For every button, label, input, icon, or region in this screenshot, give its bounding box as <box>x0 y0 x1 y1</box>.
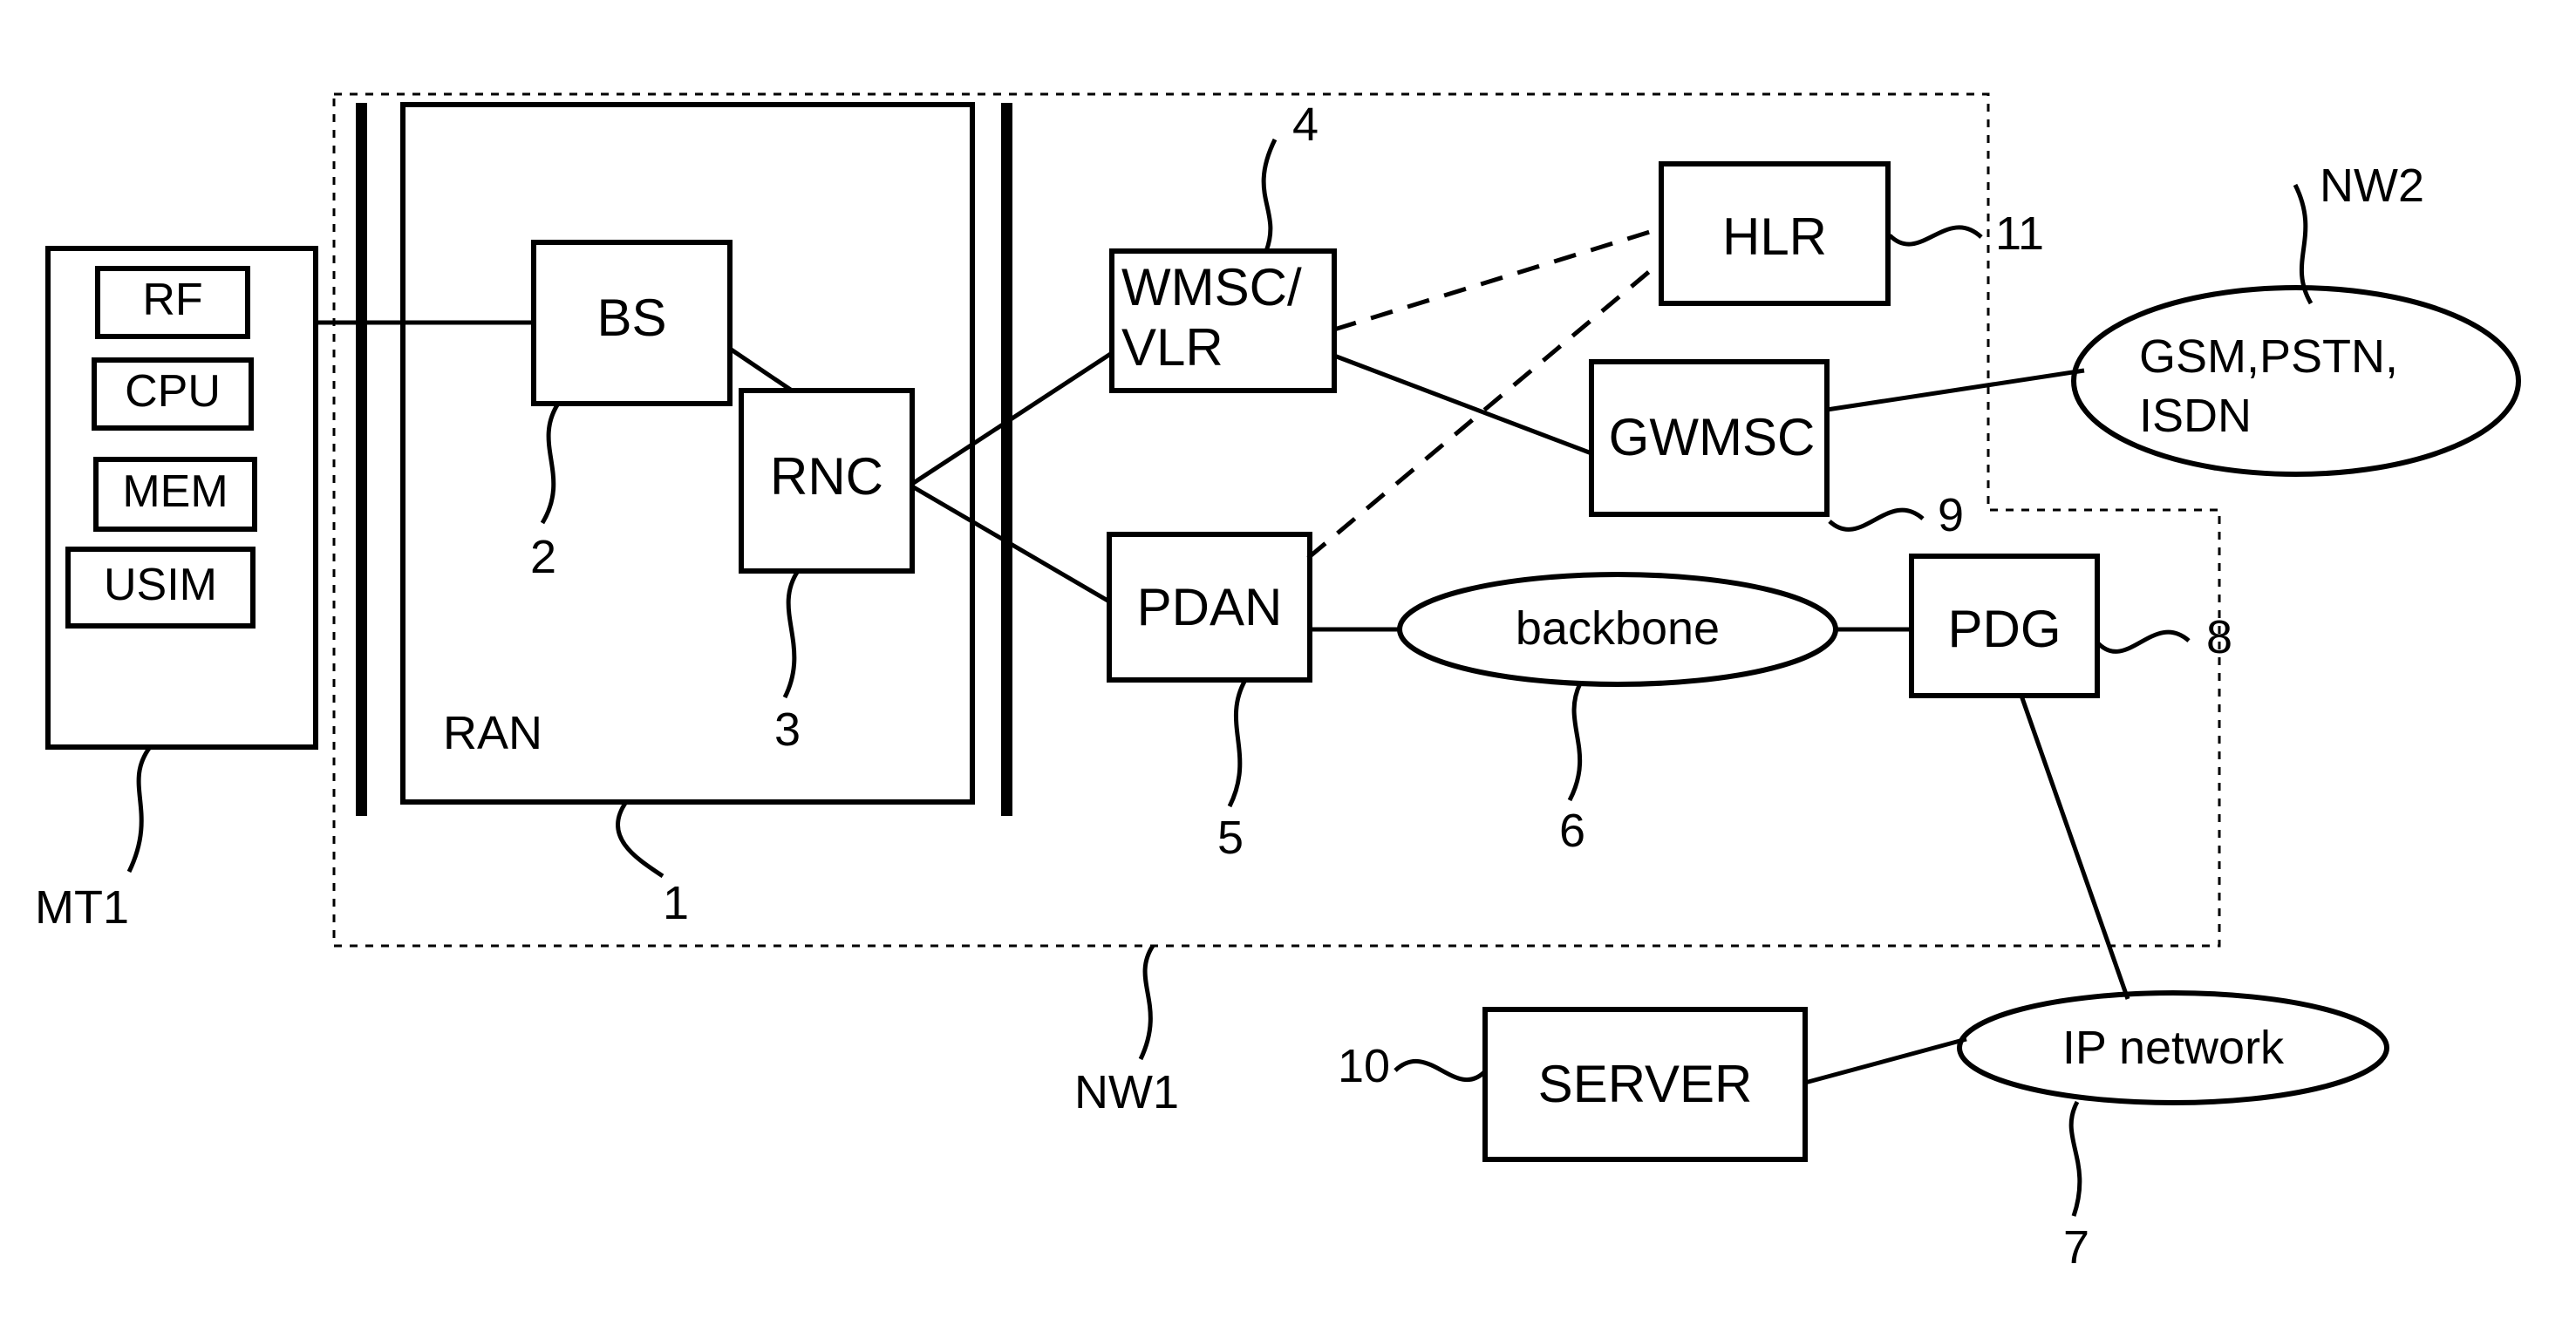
leader-gwmsc-9 <box>1828 507 1925 532</box>
leader-mt1 <box>126 745 153 873</box>
pdan-box <box>1107 532 1312 683</box>
leader-pdan-5 <box>1227 678 1248 808</box>
ref-numeral-backbone: 6 <box>1559 805 1586 857</box>
ref-numeral-nw2: NW2 <box>2320 160 2424 212</box>
ref-numeral-hlr: 11 <box>1995 207 2045 260</box>
hlr-box <box>1659 161 1891 306</box>
ref-numeral-ip-network: 7 <box>2063 1221 2090 1274</box>
air-interface-bar-right <box>1001 103 1012 816</box>
figure-canvas: RF CPU MEM USIM MT1 RAN BS RNC WMSC/ VLR… <box>0 0 2576 1332</box>
cpu-box <box>92 357 254 431</box>
link-server-ipnet <box>1804 1036 1967 1085</box>
bs-box <box>531 240 733 406</box>
ran-box <box>400 102 975 805</box>
air-interface-bar-left <box>356 103 367 816</box>
leader-rnc-3 <box>782 569 801 699</box>
ref-numeral-nw1: NW1 <box>1074 1066 1179 1118</box>
leader-ran-1 <box>616 800 664 879</box>
backbone-ellipse <box>1397 572 1838 687</box>
ref-numeral-pdg: 8 <box>2206 611 2233 663</box>
usim-box <box>65 547 256 629</box>
ref-numeral-server: 10 <box>1338 1040 1391 1092</box>
ref-numeral-bs: 2 <box>530 531 557 583</box>
ref-numeral-ran: 1 <box>663 877 690 929</box>
ref-numeral-gwmsc: 9 <box>1938 489 1965 541</box>
rnc-box <box>739 388 915 574</box>
leader-hlr-11 <box>1888 225 1983 247</box>
mt1-box <box>45 246 318 750</box>
ref-numeral-rnc: 3 <box>774 703 801 756</box>
pdg-box <box>1909 554 2100 698</box>
leader-server-10 <box>1394 1058 1486 1083</box>
server-box <box>1482 1007 1808 1162</box>
gwmsc-box <box>1589 359 1830 517</box>
link-bs-rnc <box>728 346 794 393</box>
wmsc-vlr-box <box>1109 248 1337 393</box>
ref-numeral-pdan: 5 <box>1217 812 1244 864</box>
ip-network-ellipse <box>1957 990 2389 1105</box>
leader-bs-2 <box>540 402 561 525</box>
leader-pdg-8 <box>2096 629 2191 654</box>
link-gwmsc-nw2 <box>1826 368 2085 412</box>
leader-backbone-6 <box>1567 682 1583 802</box>
ref-numeral-wmsc-vlr: 4 <box>1292 99 1319 151</box>
link-wmsc-gwmsc <box>1333 353 1592 456</box>
link-wmsc-hlr-dashed <box>1333 226 1662 332</box>
rf-box <box>95 266 250 339</box>
leader-ipnet-7 <box>2068 1100 2082 1217</box>
leader-wmsc-4 <box>1261 138 1278 252</box>
diagram-vector-layer <box>45 92 2521 1217</box>
link-pdg-ipnet <box>2019 695 2130 1000</box>
nw2-ellipse <box>2071 285 2521 477</box>
mem-box <box>93 457 257 532</box>
leader-nw1 <box>1138 944 1155 1061</box>
